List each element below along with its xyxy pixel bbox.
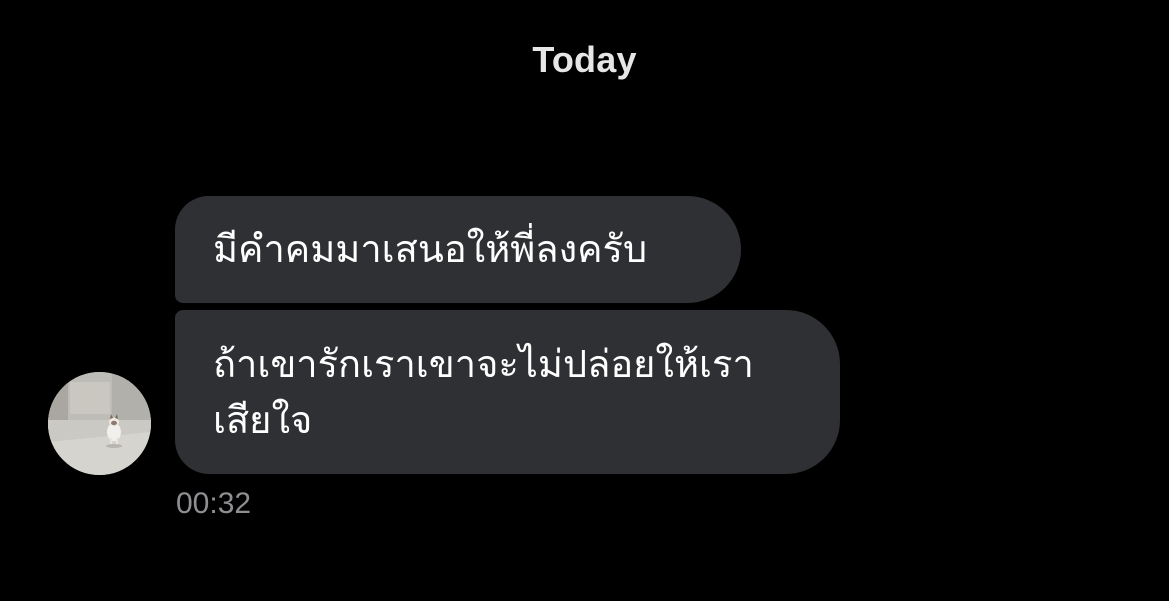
date-header: Today [532,39,637,80]
message-text: มีคำคมมาเสนอให้พี่ลงครับ [213,227,648,271]
message-text: ถ้าเขารักเราเขาจะไม่ปล่อยให้เรา เสียใจ [213,342,754,442]
message-bubble[interactable]: ถ้าเขารักเราเขาจะไม่ปล่อยให้เรา เสียใจ [175,310,840,474]
avatar[interactable] [48,372,151,475]
cat-photo-avatar-icon [48,372,151,475]
message-bubble[interactable]: มีคำคมมาเสนอให้พี่ลงครับ [175,196,741,303]
timestamp: 00:32 [176,487,252,520]
